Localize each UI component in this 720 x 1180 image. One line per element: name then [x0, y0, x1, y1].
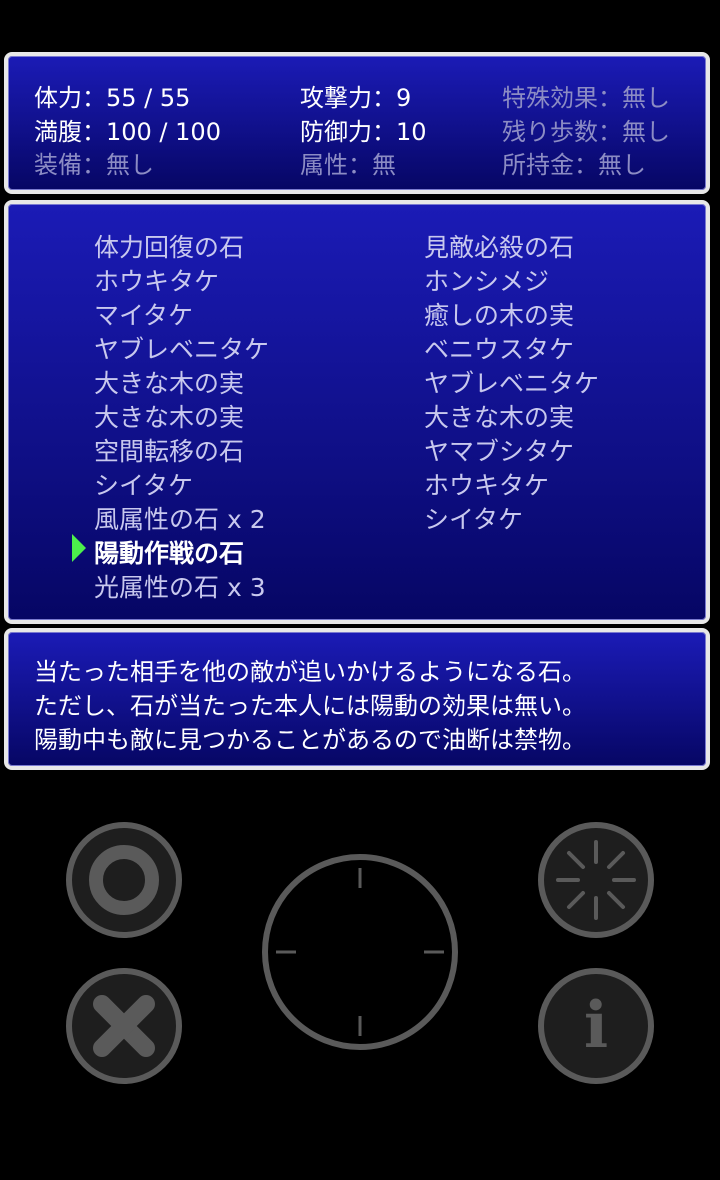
inventory-item[interactable]: ホウキタケ	[94, 262, 219, 298]
equipment-stat: 装備：無し	[34, 151, 154, 179]
inventory-item[interactable]: 大きな木の実	[424, 398, 574, 434]
item-description-panel: 当たった相手を他の敵が追いかけるようになる石。 ただし、石が当たった本人には陽動…	[4, 628, 710, 770]
fullness-stat: 満腹：100 / 100	[34, 118, 221, 146]
confirm-button[interactable]	[66, 822, 182, 938]
inventory-item[interactable]: ホンシメジ	[424, 262, 549, 298]
defense-stat: 防御力：10	[300, 118, 427, 146]
wait-button[interactable]	[538, 822, 654, 938]
inventory-item[interactable]: 風属性の石 x 2	[94, 500, 266, 536]
inventory-item-selected[interactable]: 陽動作戦の石	[94, 534, 244, 570]
special-stat: 特殊効果：無し	[502, 84, 670, 112]
inventory-item[interactable]: マイタケ	[94, 296, 193, 332]
money-stat: 所持金：無し	[502, 151, 646, 179]
hp-stat: 体力：55 / 55	[34, 84, 191, 112]
description-line: 当たった相手を他の敵が追いかけるようになる石。	[34, 658, 586, 686]
cross-icon	[93, 995, 155, 1057]
inventory-item[interactable]: 癒しの木の実	[424, 296, 574, 332]
inventory-item[interactable]: 体力回復の石	[94, 228, 244, 264]
attack-stat: 攻撃力：9	[300, 84, 412, 112]
circle-icon	[89, 845, 159, 915]
inventory-item[interactable]: シイタケ	[424, 500, 523, 536]
inventory-panel: 体力回復の石 ホウキタケ マイタケ ヤブレベニタケ 大きな木の実 大きな木の実 …	[4, 200, 710, 624]
inventory-item[interactable]: 見敵必殺の石	[424, 228, 574, 264]
direction-pad-icon	[276, 868, 444, 1036]
inventory-item[interactable]: シイタケ	[94, 466, 193, 502]
cancel-button[interactable]	[66, 968, 182, 1084]
sparkle-icon	[556, 840, 636, 920]
description-line: 陽動中も敵に見つかることがあるので油断は禁物。	[34, 726, 586, 754]
inventory-item[interactable]: ホウキタケ	[424, 466, 549, 502]
status-panel: 体力：55 / 55 攻撃力：9 特殊効果：無し 満腹：100 / 100 防御…	[4, 52, 710, 194]
inventory-item[interactable]: 大きな木の実	[94, 364, 244, 400]
steps-stat: 残り歩数：無し	[502, 118, 670, 146]
info-button[interactable]: i	[538, 968, 654, 1084]
selection-cursor-icon	[72, 534, 86, 562]
inventory-item[interactable]: ヤマブシタケ	[424, 432, 574, 468]
inventory-item[interactable]: 空間転移の石	[94, 432, 244, 468]
info-icon: i	[583, 988, 609, 1063]
inventory-item[interactable]: 大きな木の実	[94, 398, 244, 434]
inventory-item[interactable]: ヤブレベニタケ	[94, 330, 269, 366]
inventory-item[interactable]: 光属性の石 x 3	[94, 568, 266, 604]
description-line: ただし、石が当たった本人には陽動の効果は無い。	[34, 692, 586, 720]
attribute-stat: 属性：無	[300, 151, 396, 179]
inventory-item[interactable]: ベニウスタケ	[424, 330, 574, 366]
inventory-item[interactable]: ヤブレベニタケ	[424, 364, 599, 400]
direction-pad[interactable]	[262, 854, 458, 1050]
